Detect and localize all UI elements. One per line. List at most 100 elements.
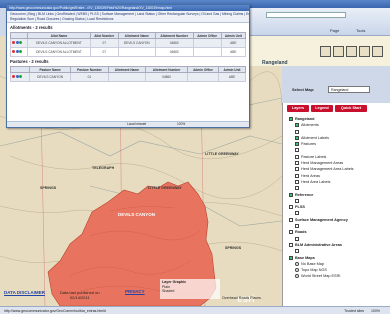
layer-checkbox[interactable] bbox=[295, 173, 299, 178]
layer-label: Roads bbox=[295, 230, 307, 235]
measure-tool-icon[interactable] bbox=[346, 46, 357, 57]
layer-graphic-option-shaded[interactable]: Shaded bbox=[160, 289, 220, 293]
layer-checkbox[interactable] bbox=[289, 205, 293, 210]
layer-label: BLM Administrative Areas bbox=[295, 242, 342, 247]
popup-nav-line-2[interactable]: Regulation Sum | Road Closures | Grazing… bbox=[10, 17, 246, 22]
table-cell: DEVILS CANYON ALLOTMENT bbox=[27, 38, 91, 48]
layer-checkbox[interactable] bbox=[295, 123, 299, 128]
table-cell: ABE bbox=[220, 47, 247, 57]
layer-checkbox[interactable] bbox=[295, 148, 299, 153]
table-row[interactable]: DEVILS CANYON ALLOTMENT 07 04860 ABE bbox=[9, 47, 247, 57]
map-footer-controls[interactable]: Overhead Roads Places bbox=[222, 296, 261, 300]
layer-checkbox[interactable] bbox=[295, 211, 299, 216]
table-row[interactable]: DEVILS CANYON 01 04860 ABE bbox=[9, 72, 246, 82]
layer-label: Herd Areas bbox=[301, 173, 320, 178]
layer-label: Herd Area Labels bbox=[301, 179, 331, 184]
layer-radio[interactable] bbox=[295, 268, 299, 273]
table-cell: 01 bbox=[70, 72, 109, 82]
tab-legend[interactable]: Legend bbox=[311, 105, 333, 112]
row-action-icons[interactable] bbox=[9, 47, 29, 57]
popup-title: http://www.geocommunicator.gov/Public/ge… bbox=[9, 6, 172, 10]
layer-item[interactable]: World Street Map ESRI bbox=[289, 273, 389, 279]
layer-checkbox[interactable] bbox=[295, 161, 299, 166]
layer-label: Pastures bbox=[301, 142, 316, 147]
layer-radio[interactable] bbox=[295, 261, 299, 266]
data-published-notice: Data last published on 02/14/2011 bbox=[60, 290, 100, 300]
layer-checkbox[interactable] bbox=[295, 167, 299, 172]
popup-status-left: Local intranet bbox=[127, 122, 147, 126]
map-label-springs-1: SPRINGS bbox=[40, 186, 57, 190]
table-row[interactable]: DEVILS CANYON ALLOTMENT 07 DEVILS CANYON 04… bbox=[9, 38, 247, 48]
layer-checkbox[interactable] bbox=[295, 224, 299, 229]
popup-nav[interactable]: Geocomm | Blog | BLM Links | GeoRelated … bbox=[7, 11, 249, 23]
layer-checkbox[interactable] bbox=[289, 255, 293, 260]
layer-checkbox[interactable] bbox=[295, 186, 299, 191]
print-tool-icon[interactable] bbox=[359, 46, 370, 57]
layer-checkbox[interactable] bbox=[295, 198, 299, 203]
layer-checkbox[interactable] bbox=[295, 142, 299, 147]
layer-checkbox[interactable] bbox=[295, 249, 299, 254]
layer-checkbox[interactable] bbox=[289, 230, 293, 235]
data-published-date: 02/14/2011 bbox=[69, 295, 90, 300]
layer-label: Allotment Labels bbox=[301, 135, 330, 140]
layer-checkbox[interactable] bbox=[295, 135, 299, 140]
data-disclaimer-link[interactable]: DATA DISCLAIMER bbox=[4, 290, 45, 295]
map-label-little-greenway-1: LITTLE GREENWAY bbox=[205, 152, 239, 156]
layer-label: PLSS bbox=[295, 205, 305, 210]
map-label-little-greenway-2: LITTLE GREENWAY bbox=[148, 186, 182, 190]
zoom-icon[interactable] bbox=[12, 50, 15, 53]
table-cell: DEVILS CANYON bbox=[29, 72, 72, 82]
table-cell bbox=[192, 38, 222, 48]
privacy-link[interactable]: PRIVACY bbox=[125, 289, 145, 294]
layer-checkbox[interactable] bbox=[295, 129, 299, 134]
layer-checkbox[interactable] bbox=[289, 217, 293, 222]
browser-status-zoom: 100% bbox=[371, 309, 380, 313]
layer-checkbox[interactable] bbox=[289, 192, 293, 197]
tab-layers[interactable]: Layers bbox=[287, 105, 309, 112]
zoom-icon[interactable] bbox=[12, 75, 15, 78]
tools-menu[interactable]: Tools bbox=[356, 28, 365, 34]
cattle-icon[interactable] bbox=[372, 46, 383, 57]
tab-quick-start[interactable]: Quick Start bbox=[335, 105, 367, 112]
row-action-icons[interactable] bbox=[9, 38, 29, 48]
layer-graphic-box[interactable]: Layer Graphic Plain Shaded bbox=[160, 279, 220, 299]
report-icon[interactable] bbox=[19, 50, 22, 53]
map-label-telegraph: TELEGRAPH bbox=[92, 166, 115, 170]
browser-statusbar: http://www.geocommunicator.gov/GeoComm/t… bbox=[0, 306, 390, 314]
layer-radio[interactable] bbox=[295, 274, 299, 279]
layer-checkbox[interactable] bbox=[289, 117, 293, 121]
layer-checkbox[interactable] bbox=[295, 179, 299, 184]
table-cell: DEVILS CANYON ALLOTMENT bbox=[27, 47, 91, 57]
map-tool-icon[interactable] bbox=[320, 46, 331, 57]
table-cell: 07 bbox=[89, 38, 119, 48]
map-label-devils-canyon: DEVILS CANYON bbox=[118, 212, 156, 217]
layer-label: Topo Map NGS bbox=[301, 268, 327, 273]
zoom-icon[interactable] bbox=[12, 41, 15, 44]
map-select-dropdown[interactable]: Rangeland bbox=[328, 86, 370, 93]
allotments-table: Allot Name Allot Number Allotment Name Allo… bbox=[9, 32, 247, 57]
table-cell: DEVILS CANYON bbox=[117, 38, 156, 48]
layer-label: World Street Map ESRI bbox=[301, 274, 341, 279]
table-cell bbox=[192, 47, 222, 57]
layer-checkbox[interactable] bbox=[289, 242, 293, 247]
identify-tool-icon[interactable] bbox=[333, 46, 344, 57]
section-title: Rangeland bbox=[262, 60, 288, 66]
layer-panel: Layers Legend Quick Start Rangeland Allot… bbox=[282, 103, 390, 306]
browser-url-bar[interactable] bbox=[266, 12, 346, 18]
allotments-header: Allotments - 2 results bbox=[10, 25, 53, 30]
table-cell bbox=[107, 72, 147, 82]
page-menu[interactable]: Page bbox=[330, 28, 339, 34]
report-icon[interactable] bbox=[19, 41, 22, 44]
layer-label: Herd Management Area Labels bbox=[301, 167, 354, 172]
popup-status-right: 100% bbox=[177, 122, 186, 126]
report-icon[interactable] bbox=[19, 75, 22, 78]
browser-status-zone: Trusted sites 100% bbox=[344, 309, 380, 313]
panel-tabs: Layers Legend Quick Start bbox=[287, 105, 387, 113]
layer-label: Rangeland bbox=[295, 117, 315, 121]
table-cell: ABE bbox=[218, 72, 246, 82]
select-map-label: Select Map: bbox=[292, 87, 315, 92]
layer-checkbox[interactable] bbox=[295, 236, 299, 241]
layer-list: Rangeland Allotments Allotment Labels Pastu… bbox=[289, 116, 389, 280]
row-action-icons[interactable] bbox=[9, 72, 31, 82]
layer-checkbox[interactable] bbox=[295, 154, 299, 159]
